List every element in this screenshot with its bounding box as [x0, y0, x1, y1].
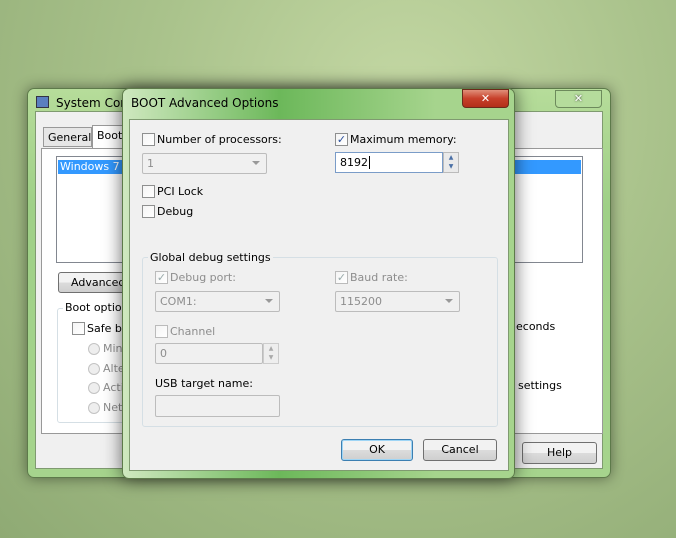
msconfig-icon	[36, 96, 49, 108]
max-memory-input[interactable]: 8192	[335, 152, 443, 173]
channel-checkbox[interactable]	[155, 325, 168, 338]
tab-general[interactable]: General	[43, 127, 92, 147]
check-icon: ✓	[336, 133, 347, 146]
spin-up-icon[interactable]: ▲	[264, 344, 278, 353]
safe-boot-checkbox[interactable]	[72, 322, 85, 335]
chevron-down-icon	[252, 161, 260, 165]
radio-network[interactable]	[88, 402, 100, 414]
check-icon: ✓	[156, 271, 167, 284]
baud-rate-select[interactable]: 115200	[335, 291, 460, 312]
num-processors-select[interactable]: 1	[142, 153, 267, 174]
close-button[interactable]: ✕	[555, 90, 602, 108]
usb-target-label: USB target name:	[155, 377, 253, 390]
pci-lock-checkbox[interactable]	[142, 185, 155, 198]
pci-lock-label: PCI Lock	[157, 185, 204, 198]
help-button[interactable]: Help	[522, 442, 597, 464]
channel-spinner[interactable]: ▲ ▼	[263, 343, 279, 364]
boot-advanced-options-dialog: BOOT Advanced Options ✕ Number of proces…	[122, 88, 515, 479]
max-memory-label: Maximum memory:	[350, 133, 457, 146]
num-processors-label: Number of processors:	[157, 133, 282, 146]
debug-label: Debug	[157, 205, 194, 218]
close-icon: ✕	[480, 92, 491, 105]
close-icon: ✕	[573, 92, 584, 105]
spin-down-icon[interactable]: ▼	[264, 353, 278, 362]
baud-rate-checkbox[interactable]: ✓	[335, 271, 348, 284]
radio-alternate[interactable]	[88, 363, 100, 375]
debug-checkbox[interactable]	[142, 205, 155, 218]
debug-port-checkbox[interactable]: ✓	[155, 271, 168, 284]
channel-input[interactable]: 0	[155, 343, 263, 364]
cancel-button[interactable]: Cancel	[423, 439, 497, 461]
channel-label: Channel	[170, 325, 216, 338]
baud-rate-label: Baud rate:	[350, 271, 408, 284]
boot-settings-label: settings	[518, 379, 562, 392]
usb-target-input[interactable]	[155, 395, 280, 417]
debug-port-label: Debug port:	[170, 271, 236, 284]
chevron-down-icon	[445, 299, 453, 303]
num-processors-checkbox[interactable]	[142, 133, 155, 146]
ok-button[interactable]: OK	[341, 439, 413, 461]
timeout-seconds-label: econds	[516, 320, 556, 333]
chevron-down-icon	[265, 299, 273, 303]
max-memory-spinner[interactable]: ▲ ▼	[443, 152, 459, 173]
radio-minimal[interactable]	[88, 343, 100, 355]
dialog-close-button[interactable]: ✕	[462, 89, 509, 108]
global-debug-legend: Global debug settings	[148, 251, 273, 264]
dialog-title: BOOT Advanced Options	[131, 96, 279, 110]
max-memory-checkbox[interactable]: ✓	[335, 133, 348, 146]
spin-down-icon[interactable]: ▼	[444, 162, 458, 171]
spin-up-icon[interactable]: ▲	[444, 153, 458, 162]
debug-port-select[interactable]: COM1:	[155, 291, 280, 312]
check-icon: ✓	[336, 271, 347, 284]
radio-active[interactable]	[88, 382, 100, 394]
